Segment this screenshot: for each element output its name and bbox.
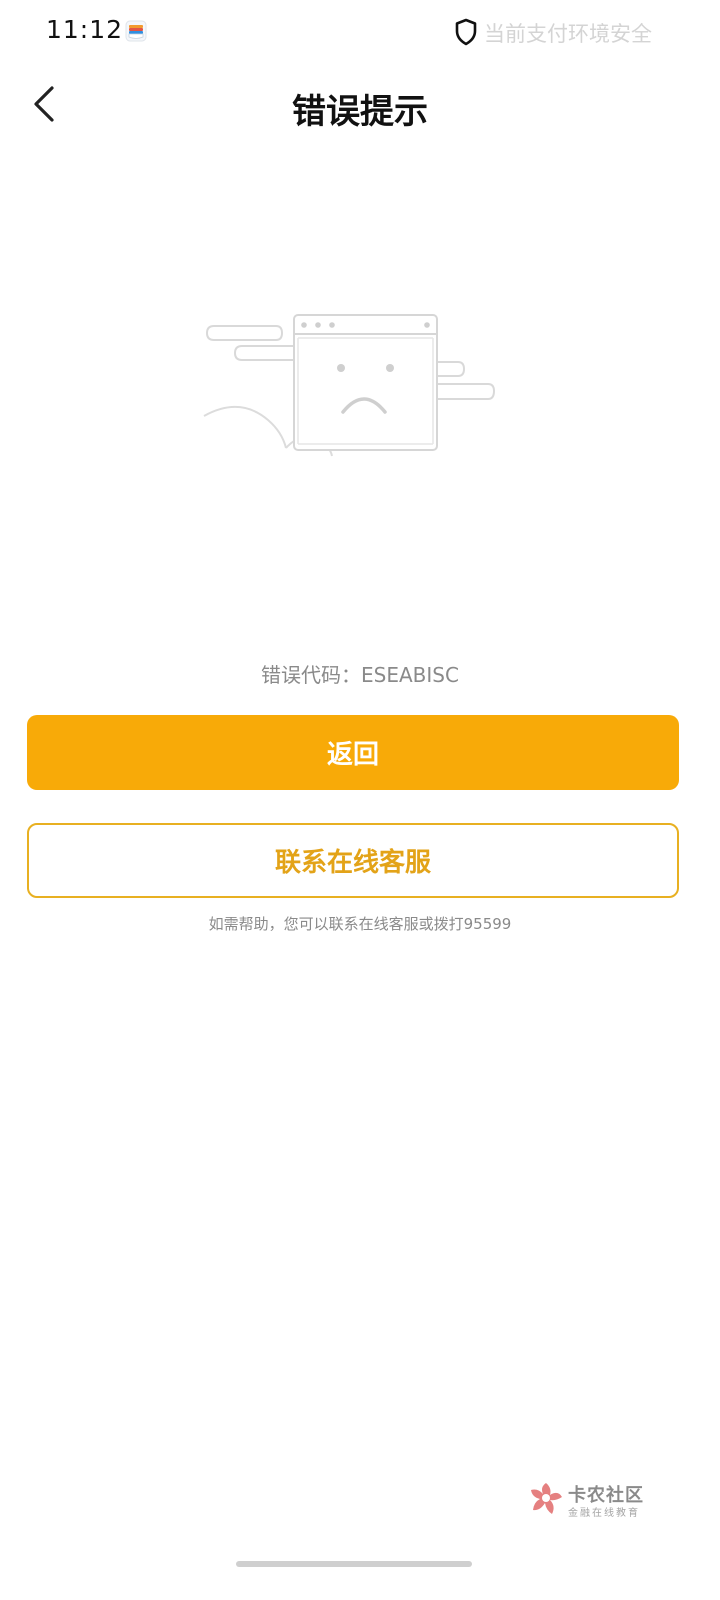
error-code-label: 错误代码： — [261, 663, 362, 687]
kanong-logo-icon — [531, 1483, 562, 1514]
home-indicator[interactable] — [236, 1561, 472, 1567]
sad-browser-window-illustration — [203, 314, 496, 457]
nav-bar: 错误提示 — [0, 64, 720, 148]
contact-support-button-label: 联系在线客服 — [274, 848, 431, 878]
page-title: 错误提示 — [292, 92, 428, 132]
watermark: 卡农社区 金融在线教育 — [528, 1480, 658, 1520]
return-button[interactable]: 返回 — [27, 715, 679, 790]
status-time: 11:12 — [46, 15, 124, 44]
return-button-label: 返回 — [326, 740, 379, 770]
shield-icon — [455, 18, 477, 46]
secure-environment-text: 当前支付环境安全 — [484, 22, 652, 46]
contact-support-button[interactable]: 联系在线客服 — [27, 823, 679, 898]
wallet-app-icon — [125, 20, 147, 42]
help-text: 如需帮助，您可以联系在线客服或拨打95599 — [208, 915, 512, 933]
watermark-subtitle: 金融在线教育 — [568, 1508, 640, 1519]
error-code: 错误代码：ESEABISC — [0, 659, 720, 688]
error-code-value: ESEABISC — [361, 663, 459, 687]
status-bar: 11:12 当前支付环境安全 — [0, 0, 720, 64]
error-page: 11:12 当前支付环境安全 错误提示 错误代码：ESEABISC 返回 联系在… — [0, 0, 720, 1600]
